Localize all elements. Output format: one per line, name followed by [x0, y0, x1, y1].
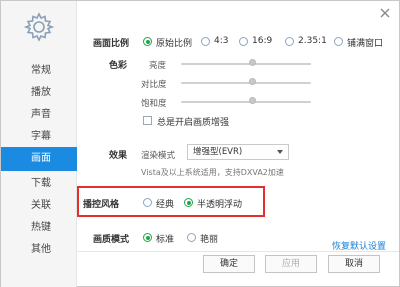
sidebar-item-other[interactable]: 其他 — [1, 238, 77, 262]
apply-button[interactable]: 应用 — [265, 255, 317, 273]
close-icon[interactable] — [379, 7, 391, 19]
ratio-2-35-label[interactable]: 2.35:1 — [298, 36, 327, 46]
aspect-ratio-label: 画面比例 — [93, 39, 130, 49]
sidebar-item-picture[interactable]: 画面 — [1, 147, 77, 171]
ratio-original-label[interactable]: 原始比例 — [156, 36, 192, 49]
sidebar-item-hotkeys[interactable]: 热键 — [1, 216, 77, 240]
ratio-2-35-radio[interactable] — [285, 37, 294, 46]
contrast-label: 对比度 — [141, 80, 167, 90]
render-mode-value: 增强型(EVR) — [193, 147, 243, 157]
effect-label: 效果 — [109, 151, 128, 161]
render-mode-select[interactable]: 增强型(EVR) — [187, 144, 289, 160]
ratio-original-radio[interactable] — [143, 37, 152, 46]
render-mode-label: 渲染模式 — [141, 151, 176, 161]
chevron-down-icon — [277, 150, 283, 154]
quality-vivid-label[interactable]: 艳丽 — [200, 232, 218, 245]
ratio-fill-radio[interactable] — [334, 37, 343, 46]
brightness-label: 亮度 — [149, 61, 167, 71]
sidebar-item-download[interactable]: 下载 — [1, 172, 77, 196]
sidebar-item-audio[interactable]: 声音 — [1, 103, 77, 127]
render-note: Vista及以上系统适用，支持DXVA2加速 — [141, 168, 284, 177]
style-classic-label[interactable]: 经典 — [156, 197, 174, 210]
contrast-slider-thumb[interactable] — [249, 78, 256, 85]
settings-window: 常规 播放 声音 字幕 画面 下载 关联 热键 其他 画面比例 原始比例 4:3… — [0, 0, 400, 287]
gear-icon — [23, 12, 55, 42]
ratio-4-3-radio[interactable] — [201, 37, 210, 46]
cancel-button[interactable]: 取消 — [328, 255, 380, 273]
sidebar-item-general[interactable]: 常规 — [1, 59, 77, 83]
always-enhance-label[interactable]: 总是开启画质增强 — [157, 115, 229, 128]
quality-mode-label: 画质模式 — [93, 235, 130, 245]
quality-standard-radio[interactable] — [143, 233, 152, 242]
sidebar: 常规 播放 声音 字幕 画面 下载 关联 热键 其他 — [1, 1, 77, 287]
sidebar-item-subtitles[interactable]: 字幕 — [1, 125, 77, 149]
ratio-16-9-label[interactable]: 16:9 — [252, 36, 272, 46]
always-enhance-checkbox[interactable] — [143, 116, 152, 125]
brightness-slider-thumb[interactable] — [249, 59, 256, 66]
ratio-fill-label[interactable]: 铺满窗口 — [347, 36, 383, 49]
color-label: 色彩 — [109, 61, 128, 71]
sidebar-item-associations[interactable]: 关联 — [1, 194, 77, 218]
saturation-label: 饱和度 — [141, 99, 167, 109]
ratio-16-9-radio[interactable] — [239, 37, 248, 46]
contrast-slider-track[interactable] — [181, 82, 311, 84]
style-translucent-radio[interactable] — [184, 198, 193, 207]
sidebar-item-playback[interactable]: 播放 — [1, 81, 77, 105]
saturation-slider-track[interactable] — [181, 101, 311, 103]
ratio-4-3-label[interactable]: 4:3 — [214, 36, 228, 46]
control-style-label: 播控风格 — [83, 200, 120, 210]
ok-button[interactable]: 确定 — [203, 255, 255, 273]
saturation-slider-thumb[interactable] — [249, 97, 256, 104]
brightness-slider-track[interactable] — [181, 63, 311, 65]
style-classic-radio[interactable] — [143, 198, 152, 207]
footer-divider — [77, 251, 399, 252]
quality-vivid-radio[interactable] — [187, 233, 196, 242]
quality-standard-label[interactable]: 标准 — [156, 232, 174, 245]
style-translucent-label[interactable]: 半透明浮动 — [197, 197, 242, 210]
